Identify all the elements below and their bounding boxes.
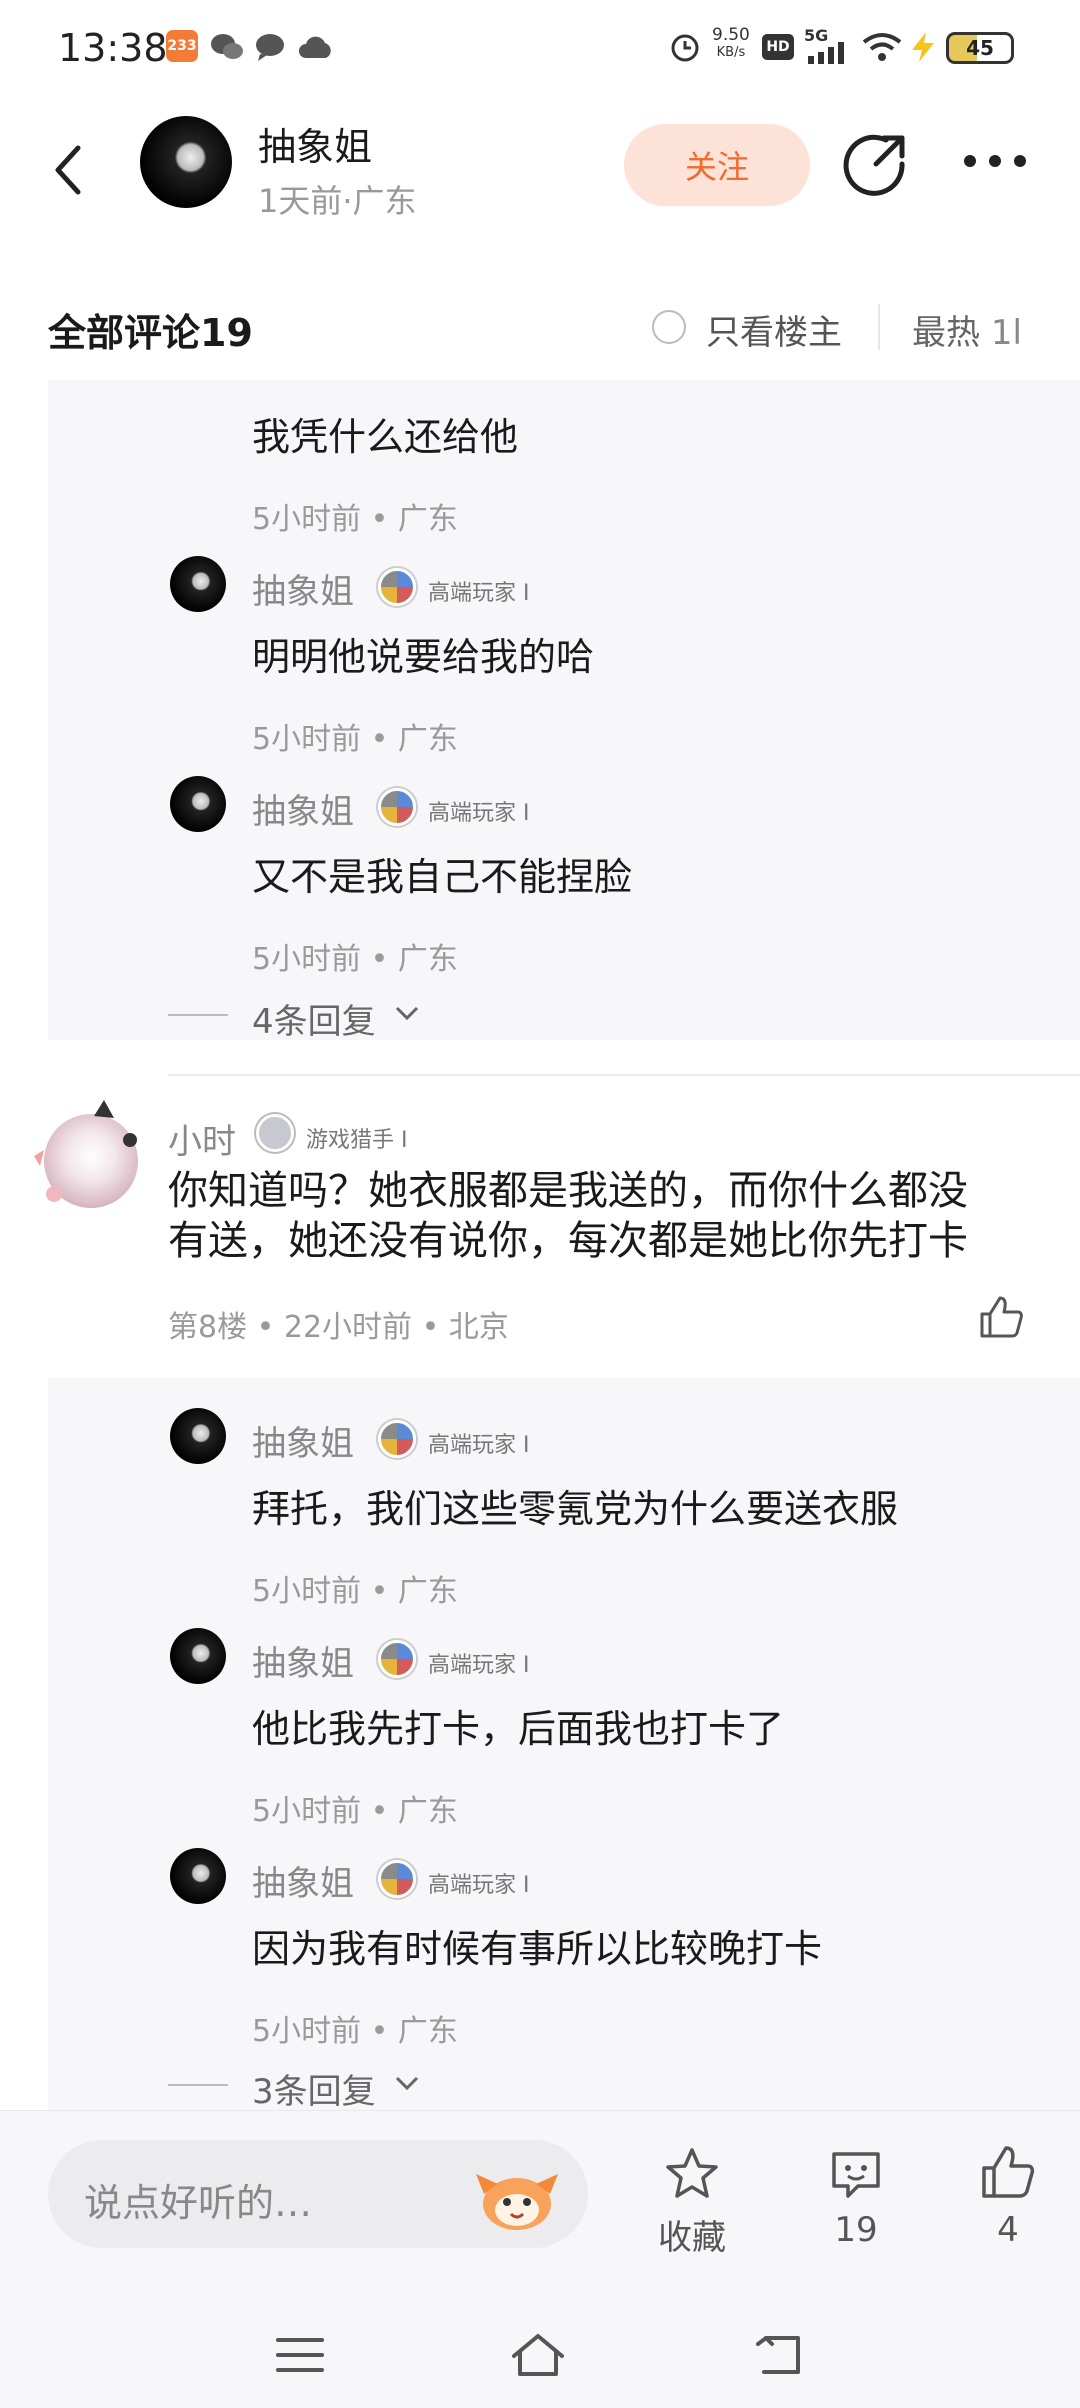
- more-replies-line: [168, 1014, 228, 1016]
- level-badge-icon: [378, 1640, 416, 1678]
- comment-icon[interactable]: [828, 2146, 884, 2202]
- wechat-icon: [211, 34, 243, 59]
- comment-meta: 第8楼 • 22小时前 • 北京: [168, 1310, 509, 1345]
- wifi-icon: [862, 33, 902, 61]
- commenter-name[interactable]: 小时: [168, 1114, 236, 1163]
- chat-icon: [256, 34, 284, 61]
- reply-author-name[interactable]: 抽象姐: [252, 784, 354, 833]
- level-badge-label: 高端玩家 I: [428, 1873, 530, 1898]
- signal-icon: [808, 42, 844, 64]
- thumbs-up-icon[interactable]: [980, 2144, 1036, 2200]
- net-speed: 9.50 KB/s: [712, 26, 750, 62]
- net-speed-unit: KB/s: [716, 45, 746, 60]
- reply-group-1: [48, 380, 1080, 1040]
- author-avatar[interactable]: [140, 116, 232, 208]
- divider: [878, 304, 880, 350]
- reply-text: 他比我先打卡，后面我也打卡了: [252, 1707, 785, 1751]
- level-badge-label: 高端玩家 I: [428, 1653, 530, 1678]
- reply-meta: 5小时前 • 广东: [252, 1574, 458, 1609]
- reply-avatar[interactable]: [170, 776, 226, 832]
- sort-label: 最热: [912, 313, 980, 353]
- reply-text: 明明他说要给我的哈: [252, 635, 595, 679]
- reply-text: 我凭什么还给他: [252, 415, 519, 459]
- level-badge-label: 游戏猎手 I: [306, 1128, 408, 1153]
- sort-icon: 1l: [990, 313, 1022, 353]
- sort-hot-button[interactable]: 最热 1l: [912, 305, 1022, 354]
- app-badge-icon: 233: [166, 30, 198, 62]
- chevron-down-icon[interactable]: [394, 1004, 420, 1022]
- more-replies-label: 4条回复: [252, 1002, 376, 1042]
- comment-text: 你知道吗？她衣服都是我送的，而你什么都没 有送，她还没有说你，每次都是她比你先打…: [168, 1166, 1068, 1266]
- like-count[interactable]: 4: [948, 2210, 1068, 2250]
- home-icon[interactable]: [508, 2330, 568, 2380]
- more-replies-button[interactable]: 3条回复: [252, 2064, 376, 2113]
- only-op-radio[interactable]: [652, 310, 686, 344]
- chevron-down-icon[interactable]: [394, 2074, 420, 2092]
- only-op-label[interactable]: 只看楼主: [706, 305, 842, 354]
- comment-input-placeholder[interactable]: 说点好听的…: [84, 2172, 312, 2227]
- reply-avatar[interactable]: [170, 556, 226, 612]
- reply-author-name[interactable]: 抽象姐: [252, 1856, 354, 1905]
- level-badge-icon: [378, 788, 416, 826]
- reply-text: 又不是我自己不能捏脸: [252, 855, 633, 899]
- reply-author-name[interactable]: 抽象姐: [252, 564, 354, 613]
- reply-meta: 5小时前 • 广东: [252, 1794, 458, 1829]
- comment-text-line: 有送，她还没有说你，每次都是她比你先打卡: [168, 1218, 968, 1264]
- menu-icon[interactable]: [270, 2330, 330, 2380]
- comment-divider: [168, 1074, 1080, 1076]
- reply-avatar[interactable]: [170, 1848, 226, 1904]
- star-icon[interactable]: [664, 2146, 720, 2202]
- reply-meta: 5小时前 • 广东: [252, 942, 458, 977]
- reply-author-name[interactable]: 抽象姐: [252, 1636, 354, 1685]
- author-name[interactable]: 抽象姐: [258, 116, 372, 171]
- reply-meta: 5小时前 • 广东: [252, 502, 458, 537]
- more-replies-line: [168, 2084, 228, 2086]
- reply-author-name[interactable]: 抽象姐: [252, 1416, 354, 1465]
- cat-frame-icon: [34, 1100, 137, 1202]
- reply-meta: 5小时前 • 广东: [252, 722, 458, 757]
- reply-avatar[interactable]: [170, 1408, 226, 1464]
- collect-label[interactable]: 收藏: [632, 2210, 752, 2259]
- status-bar: 13:38 233 9.50 KB/s HD 5G 45: [0, 0, 1080, 100]
- net-speed-value: 9.50: [712, 25, 750, 45]
- post-time-location: 1天前·广东: [258, 182, 417, 220]
- cloud-icon: [299, 36, 331, 58]
- reply-meta: 5小时前 • 广东: [252, 2014, 458, 2049]
- back-icon[interactable]: [48, 140, 88, 200]
- hunter-badge-icon: [256, 1114, 294, 1152]
- level-badge-label: 高端玩家 I: [428, 801, 530, 826]
- more-replies-button[interactable]: 4条回复: [252, 994, 376, 1043]
- comment-text-line: 你知道吗？她衣服都是我送的，而你什么都没: [168, 1168, 968, 1214]
- reply-text: 因为我有时候有事所以比较晚打卡: [252, 1927, 823, 1971]
- more-replies-label: 3条回复: [252, 2072, 376, 2112]
- reply-avatar[interactable]: [170, 1628, 226, 1684]
- alarm-icon: [671, 34, 699, 62]
- mascot-emoji-icon[interactable]: [474, 2164, 560, 2234]
- share-icon[interactable]: [842, 130, 910, 198]
- commenter-avatar[interactable]: [34, 1100, 144, 1214]
- reply-text: 拜托，我们这些零氪党为什么要送衣服: [252, 1487, 899, 1531]
- level-badge-icon: [378, 1860, 416, 1898]
- comments-title: 全部评论19: [48, 311, 253, 355]
- like-icon[interactable]: [978, 1294, 1024, 1340]
- battery-icon: 45: [946, 32, 1014, 64]
- follow-button[interactable]: 关注: [624, 124, 810, 206]
- more-icon[interactable]: [960, 146, 1030, 176]
- status-time: 13:38: [58, 26, 168, 70]
- comment-count[interactable]: 19: [796, 2210, 916, 2250]
- hd-icon: HD: [762, 34, 794, 60]
- level-badge-icon: [378, 568, 416, 606]
- level-badge-label: 高端玩家 I: [428, 581, 530, 606]
- charging-icon: [912, 32, 934, 62]
- back-nav-icon[interactable]: [750, 2330, 810, 2380]
- level-badge-icon: [378, 1420, 416, 1458]
- level-badge-label: 高端玩家 I: [428, 1433, 530, 1458]
